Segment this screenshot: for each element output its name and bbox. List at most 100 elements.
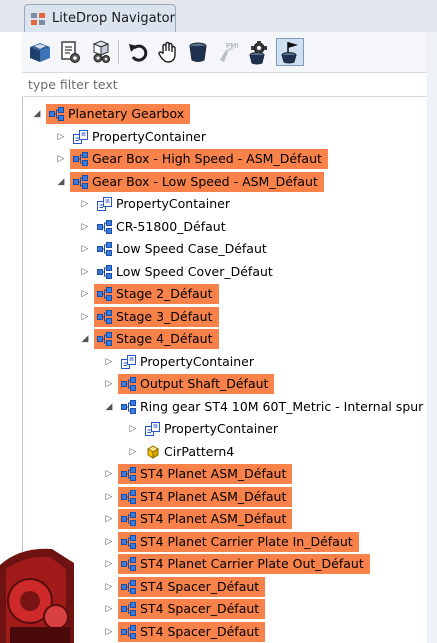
assembly-icon (97, 219, 112, 234)
tree-node[interactable]: ST4 Spacer_Défaut (118, 621, 266, 642)
collapsed-arrow-icon[interactable]: ▷ (104, 532, 114, 552)
collapsed-arrow-icon[interactable]: ▷ (104, 622, 114, 642)
collapsed-arrow-icon[interactable]: ▷ (80, 307, 90, 327)
collapsed-arrow-icon[interactable]: ▷ (80, 239, 90, 259)
tree-node[interactable]: CR-51800_Défaut (94, 217, 232, 237)
collapsed-arrow-icon[interactable]: ▷ (56, 149, 66, 169)
tree-node[interactable]: Stage 2_Défaut (94, 284, 219, 304)
tree-node-label: Stage 2_Défaut (116, 286, 213, 301)
tree-node[interactable]: ST4 Planet ASM_Défaut (118, 509, 293, 529)
tree-node[interactable]: PropertyContainer (118, 352, 260, 372)
tree-node[interactable]: ST4 Planet ASM_Défaut (118, 486, 293, 507)
tree-node-label: Output Shaft_Défaut (140, 376, 269, 391)
tree-node[interactable]: ST4 Spacer_Défaut (118, 576, 266, 597)
assembly-icon (121, 512, 136, 526)
tree-row[interactable]: ▷ Low Speed Case_Défaut (22, 239, 427, 259)
tree-node[interactable]: Ring gear ST4 10M 60T_Metric - Internal … (118, 397, 427, 417)
flag-drop-button[interactable] (276, 38, 304, 66)
tree-node[interactable]: PropertyContainer (142, 419, 284, 439)
assembly-icon (49, 107, 64, 121)
tree-node[interactable]: ST4 Planet Carrier Plate Out_Défaut (118, 554, 370, 574)
collapsed-arrow-icon[interactable]: ▷ (80, 284, 90, 304)
collapsed-arrow-icon[interactable]: ▷ (80, 194, 90, 214)
pmi-button[interactable]: PMI (214, 38, 242, 66)
tree-node-label: Ring gear ST4 10M 60T_Metric - Internal … (140, 398, 424, 414)
tree-row[interactable]: ◢ Ring gear ST4 10M 60T_Metric - Internal… (22, 397, 427, 417)
tree-row[interactable]: ▷ Gear Box - High Speed - ASM_Défaut (22, 149, 427, 169)
tree-node[interactable]: Low Speed Case_Défaut (94, 239, 273, 259)
pmi-icon: PMI (220, 42, 238, 62)
tree-row[interactable]: ▷ Stage 3_Défaut (22, 306, 427, 327)
tree-node-label: Gear Box - Low Speed - ASM_Défaut (92, 173, 318, 189)
tree-node[interactable]: Output Shaft_Défaut (118, 374, 275, 394)
navigator-tab[interactable]: LiteDrop Navigator (24, 4, 176, 32)
parts-settings-button[interactable] (86, 38, 114, 66)
tree-node[interactable]: Gear Box - High Speed - ASM_Défaut (70, 149, 328, 169)
property-container-icon (121, 354, 136, 369)
filter-settings-button[interactable] (244, 38, 272, 66)
right-frame (427, 32, 437, 643)
view-tab-bar: LiteDrop Navigator (0, 0, 437, 32)
collapsed-arrow-icon[interactable]: ▷ (128, 442, 138, 462)
expanded-arrow-icon[interactable]: ◢ (32, 104, 42, 124)
properties-button[interactable] (56, 38, 84, 66)
undo-button[interactable] (124, 38, 152, 66)
tree-node-label: Planetary Gearbox (68, 106, 185, 121)
tree-row[interactable]: ◢ Planetary Gearbox (22, 104, 427, 124)
container-button[interactable] (184, 38, 212, 66)
tree-row[interactable]: ▷ Low Speed Cover_Défaut (22, 262, 427, 282)
collapsed-arrow-icon[interactable]: ▷ (128, 419, 138, 439)
expanded-arrow-icon[interactable]: ◢ (80, 329, 90, 349)
tree-row[interactable]: ▷ ST4 Planet ASM_Défaut (22, 509, 427, 529)
tree-node-label: Low Speed Cover_Défaut (116, 263, 273, 279)
tree-node[interactable]: Stage 4_Défaut (94, 329, 219, 349)
tree-node[interactable]: Stage 3_Défaut (94, 306, 219, 327)
tree-row[interactable]: ▷ Output Shaft_Défaut (22, 374, 427, 394)
tree-row[interactable]: ▷ PropertyContainer (22, 352, 427, 372)
tree-node[interactable]: PropertyContainer (94, 194, 236, 214)
tree-row[interactable]: ▷ CirPattern4 (22, 442, 427, 462)
hand-button[interactable] (154, 38, 182, 66)
collapsed-arrow-icon[interactable]: ▷ (104, 577, 114, 597)
collapsed-arrow-icon[interactable]: ▷ (104, 352, 114, 372)
collapsed-arrow-icon[interactable]: ▷ (104, 599, 114, 619)
tree-row[interactable]: ▷ Stage 2_Défaut (22, 284, 427, 304)
gear-filter-icon (249, 41, 267, 65)
expanded-arrow-icon[interactable]: ◢ (104, 397, 114, 417)
tree-row[interactable]: ▷ CR-51800_Défaut (22, 217, 427, 237)
open-3d-button[interactable] (26, 38, 54, 66)
filter-input[interactable]: type filter text (22, 73, 427, 97)
expanded-arrow-icon[interactable]: ◢ (56, 172, 66, 192)
tree-row[interactable]: ▷ PropertyContainer (22, 419, 427, 439)
collapsed-arrow-icon[interactable]: ▷ (56, 127, 66, 147)
tree-node[interactable]: Low Speed Cover_Défaut (94, 262, 279, 282)
tree-row[interactable]: ▷ PropertyContainer (22, 194, 427, 214)
tree-node[interactable]: ST4 Planet ASM_Défaut (118, 464, 293, 484)
tree-row[interactable]: ◢ Stage 4_Défaut (22, 329, 427, 349)
tree-row[interactable]: ▷ ST4 Planet ASM_Défaut (22, 464, 427, 484)
tree-node-label: Gear Box - High Speed - ASM_Défaut (92, 151, 322, 166)
tree-node[interactable]: Gear Box - Low Speed - ASM_Défaut (70, 171, 324, 192)
collapsed-arrow-icon[interactable]: ▷ (104, 554, 114, 574)
assembly-icon (73, 174, 88, 189)
tree-node[interactable]: ST4 Spacer_Défaut (118, 599, 266, 619)
collapsed-arrow-icon[interactable]: ▷ (80, 262, 90, 282)
collapsed-arrow-icon[interactable]: ▷ (104, 487, 114, 507)
collapsed-arrow-icon[interactable]: ▷ (104, 509, 114, 529)
tree-row[interactable]: ▷ PropertyContainer (22, 127, 427, 147)
tree-node-label: CR-51800_Défaut (116, 218, 226, 234)
collapsed-arrow-icon[interactable]: ▷ (104, 464, 114, 484)
tree-node-label: Stage 3_Défaut (116, 308, 213, 324)
property-container-icon (145, 422, 160, 436)
tree-row[interactable]: ▷ ST4 Planet ASM_Défaut (22, 486, 427, 507)
cube-gear-icon (92, 40, 110, 63)
collapsed-arrow-icon[interactable]: ▷ (80, 217, 90, 237)
tree-row[interactable]: ◢ Gear Box - Low Speed - ASM_Défaut (22, 171, 427, 192)
tree-node[interactable]: Planetary Gearbox (46, 104, 191, 124)
tree-node-label: Stage 4_Défaut (116, 331, 213, 346)
tree-node[interactable]: ST4 Planet Carrier Plate In_Défaut (118, 531, 359, 552)
collapsed-arrow-icon[interactable]: ▷ (104, 374, 114, 394)
tree-node[interactable]: CirPattern4 (142, 442, 240, 462)
tree-node[interactable]: PropertyContainer (70, 127, 212, 147)
gearbox-3d-preview (0, 548, 74, 643)
